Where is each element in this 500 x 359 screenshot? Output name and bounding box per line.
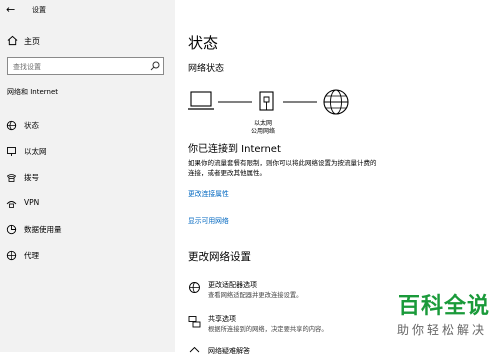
sidebar-item-data-usage[interactable]: 数据使用量 [0, 219, 175, 239]
sharing-options[interactable]: 共享选项 [208, 314, 236, 324]
sidebar-item-label: 状态 [24, 121, 39, 130]
network-type: 公用网络 [251, 128, 276, 135]
main-content: 状态 网络状态 以太网 公用网络 你已连接到 Internet 如果你的流量套餐… [175, 0, 500, 355]
change-connection-properties-link[interactable]: 更改连接属性 [188, 188, 229, 198]
dialup-icon [6, 174, 17, 182]
network-status-heading: 网络状态 [188, 64, 225, 74]
ethernet-adapter-icon [259, 91, 274, 111]
troubleshoot-icon [189, 346, 200, 353]
back-arrow-icon[interactable]: ← [6, 3, 15, 16]
sidebar-item-dialup[interactable]: 拨号 [0, 167, 175, 187]
sidebar-item-vpn[interactable]: VPN [0, 193, 175, 213]
section-title: 网络和 Internet [7, 88, 59, 96]
sidebar-item-label: 代理 [24, 251, 39, 260]
window-title: 设置 [32, 6, 46, 14]
status-icon [6, 120, 17, 131]
change-adapter-options-desc: 查看网络适配器并更改连接设置。 [208, 292, 303, 299]
proxy-icon [6, 250, 17, 261]
sharing-options-desc: 根据所连接到的网络，决定要共享的内容。 [208, 326, 328, 333]
search-icon[interactable] [150, 61, 160, 71]
page-title: 状态 [188, 34, 219, 52]
status-description-line: 如果你的流量套餐有限制，则你可以将此网络设置为按流量计费的 [188, 159, 377, 167]
computer-icon [188, 91, 214, 110]
sharing-icon [188, 316, 201, 328]
status-description-line: 连接，或者更改其他属性。 [188, 169, 266, 177]
sidebar: ← 设置 主页 查找设置 网络和 Internet 状态 以太网 拨号 VPN … [0, 0, 175, 352]
sidebar-item-label: 数据使用量 [24, 225, 62, 234]
network-troubleshooter[interactable]: 网络疑难解答 [208, 346, 250, 356]
sidebar-item-label: 以太网 [24, 147, 47, 156]
sidebar-item-label: 拨号 [24, 173, 39, 182]
data-usage-icon [6, 224, 17, 235]
search-input[interactable]: 查找设置 [7, 57, 164, 75]
sidebar-item-proxy[interactable]: 代理 [0, 245, 175, 265]
change-network-settings-heading: 更改网络设置 [188, 251, 251, 263]
ethernet-icon [7, 147, 16, 156]
show-available-networks-link[interactable]: 显示可用网络 [188, 215, 229, 225]
globe-icon [323, 89, 349, 115]
home-link[interactable]: 主页 [24, 36, 40, 47]
watermark-subtitle: 助你轻松解决 [396, 323, 487, 337]
home-icon[interactable] [7, 35, 18, 46]
sidebar-item-label: VPN [24, 198, 40, 207]
status-description: 如果你的流量套餐有限制，则你可以将此网络设置为按流量计费的 连接，或者更改其他属… [188, 158, 377, 178]
connection-status: 你已连接到 Internet [188, 144, 281, 155]
sidebar-item-ethernet[interactable]: 以太网 [0, 141, 175, 161]
change-adapter-options[interactable]: 更改适配器选项 [208, 280, 257, 290]
vpn-icon [6, 201, 17, 208]
search-placeholder: 查找设置 [13, 63, 41, 71]
watermark-title: 百科全说 [397, 294, 490, 319]
sidebar-item-status[interactable]: 状态 [0, 115, 175, 135]
adapter-icon [189, 282, 200, 293]
